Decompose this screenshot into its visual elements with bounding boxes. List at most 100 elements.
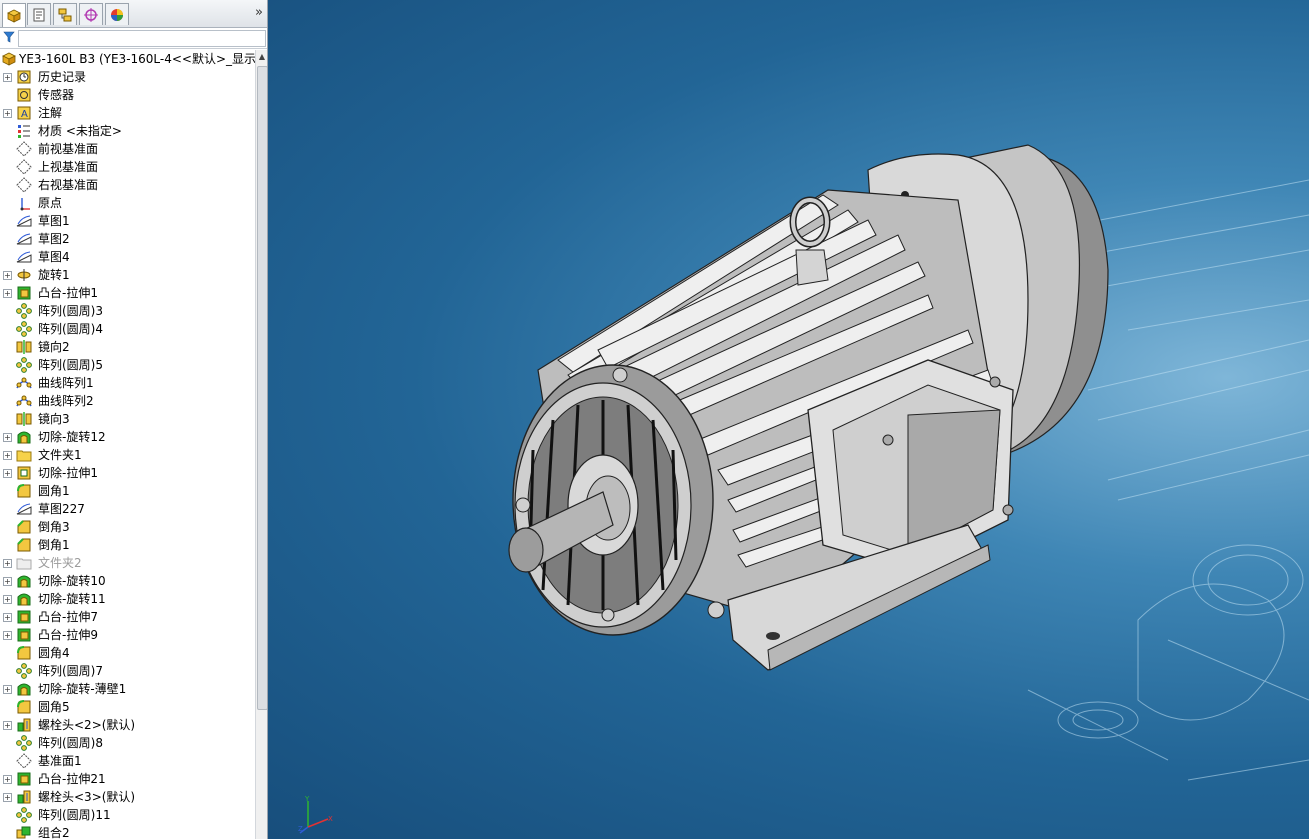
tree-item[interactable]: 圆角1 bbox=[0, 482, 255, 500]
expand-toggle-icon[interactable]: + bbox=[3, 775, 12, 784]
tree-item-label: 原点 bbox=[38, 196, 63, 210]
tree-item-label: 倒角3 bbox=[38, 520, 70, 534]
tree-item[interactable]: 阵列(圆周)4 bbox=[0, 320, 255, 338]
tree-item[interactable]: + 凸台-拉伸1 bbox=[0, 284, 255, 302]
manager-tab-bar: » bbox=[0, 0, 267, 28]
tree-item[interactable]: 倒角3 bbox=[0, 518, 255, 536]
tree-item-label: 历史记录 bbox=[38, 70, 87, 84]
mirror-icon bbox=[16, 411, 33, 427]
tree-item[interactable]: + 凸台-拉伸7 bbox=[0, 608, 255, 626]
tree-item[interactable]: + 凸台-拉伸21 bbox=[0, 770, 255, 788]
expand-toggle-icon[interactable]: + bbox=[3, 685, 12, 694]
sensor-icon bbox=[16, 87, 33, 103]
tree-item[interactable]: 草图4 bbox=[0, 248, 255, 266]
expand-toggle-icon[interactable]: + bbox=[3, 721, 12, 730]
tree-item[interactable]: 阵列(圆周)5 bbox=[0, 356, 255, 374]
circular-pattern-icon bbox=[16, 357, 33, 373]
tree-item[interactable]: + 切除-拉伸1 bbox=[0, 464, 255, 482]
tree-item[interactable]: 基准面1 bbox=[0, 752, 255, 770]
tree-item[interactable]: 草图2 bbox=[0, 230, 255, 248]
tree-item[interactable]: 草图1 bbox=[0, 212, 255, 230]
fillet-icon bbox=[16, 645, 33, 661]
tree-item[interactable]: + 凸台-拉伸9 bbox=[0, 626, 255, 644]
expand-toggle-icon[interactable]: + bbox=[3, 559, 12, 568]
tree-item-label: 阵列(圆周)11 bbox=[38, 808, 111, 822]
dimxpert-manager-tab[interactable] bbox=[79, 3, 103, 25]
tree-item[interactable]: + A 注解 bbox=[0, 104, 255, 122]
tree-item[interactable]: 材质 <未指定> bbox=[0, 122, 255, 140]
tree-item[interactable]: 阵列(圆周)7 bbox=[0, 662, 255, 680]
tree-item[interactable]: 草图227 bbox=[0, 500, 255, 518]
expand-toggle-icon[interactable]: + bbox=[3, 271, 12, 280]
sketch-icon bbox=[16, 231, 33, 247]
filter-input[interactable] bbox=[18, 30, 266, 47]
tree-item-label: 圆角5 bbox=[38, 700, 70, 714]
feature-manager-tab[interactable] bbox=[2, 3, 26, 27]
tree-item[interactable]: 原点 bbox=[0, 194, 255, 212]
boss-extrude-icon bbox=[16, 771, 33, 787]
tree-item-label: 草图1 bbox=[38, 214, 70, 228]
tree-item-label: 倒角1 bbox=[38, 538, 70, 552]
tree-item-label: 阵列(圆周)5 bbox=[38, 358, 103, 372]
tree-item-label: 草图4 bbox=[38, 250, 70, 264]
expand-toggle-icon[interactable]: + bbox=[3, 577, 12, 586]
tree-item[interactable]: + 切除-旋转12 bbox=[0, 428, 255, 446]
display-manager-tab[interactable] bbox=[105, 3, 129, 25]
tree-item[interactable]: 上视基准面 bbox=[0, 158, 255, 176]
tree-item[interactable]: + 文件夹2 bbox=[0, 554, 255, 572]
expand-toggle-icon[interactable]: + bbox=[3, 469, 12, 478]
tree-item-label: 草图227 bbox=[38, 502, 85, 516]
configuration-manager-tab[interactable] bbox=[53, 3, 77, 25]
tree-item[interactable]: 阵列(圆周)8 bbox=[0, 734, 255, 752]
tree-item-label: 凸台-拉伸1 bbox=[38, 286, 98, 300]
tree-item[interactable]: + 螺栓头<2>(默认) bbox=[0, 716, 255, 734]
tree-item[interactable]: + 切除-旋转10 bbox=[0, 572, 255, 590]
tree-item-label: 传感器 bbox=[38, 88, 75, 102]
tree-item[interactable]: 镜向3 bbox=[0, 410, 255, 428]
circular-pattern-icon bbox=[16, 807, 33, 823]
expand-toggle-icon[interactable]: + bbox=[3, 631, 12, 640]
motor-3d-model[interactable] bbox=[268, 0, 1309, 839]
expand-toggle-icon[interactable]: + bbox=[3, 109, 12, 118]
tree-item[interactable]: 前视基准面 bbox=[0, 140, 255, 158]
tree-root-item[interactable]: YE3-160L B3 (YE3-160L-4<<默认>_显示状 bbox=[0, 50, 255, 68]
tree-item[interactable]: 阵列(圆周)11 bbox=[0, 806, 255, 824]
expand-toggle-icon[interactable]: + bbox=[3, 73, 12, 82]
tree-item-label: 曲线阵列2 bbox=[38, 394, 94, 408]
scrollbar-thumb[interactable] bbox=[257, 66, 267, 710]
tree-item[interactable]: + 切除-旋转11 bbox=[0, 590, 255, 608]
tree-item[interactable]: 圆角4 bbox=[0, 644, 255, 662]
tree-item[interactable]: 圆角5 bbox=[0, 698, 255, 716]
tree-item[interactable]: + 文件夹1 bbox=[0, 446, 255, 464]
chamfer-icon bbox=[16, 519, 33, 535]
tree-item[interactable]: + 螺栓头<3>(默认) bbox=[0, 788, 255, 806]
tree-item[interactable]: 倒角1 bbox=[0, 536, 255, 554]
expand-toggle-icon[interactable]: + bbox=[3, 613, 12, 622]
tree-item[interactable]: + 历史记录 bbox=[0, 68, 255, 86]
expand-toggle-icon[interactable]: + bbox=[3, 433, 12, 442]
graphics-viewport[interactable]: Y X Z bbox=[268, 0, 1309, 839]
expand-toggle-icon[interactable]: + bbox=[3, 595, 12, 604]
scroll-up-arrow[interactable]: ▲ bbox=[256, 50, 267, 64]
tree-item-label: 凸台-拉伸7 bbox=[38, 610, 98, 624]
tree-item[interactable]: + 切除-旋转-薄壁1 bbox=[0, 680, 255, 698]
tree-item[interactable]: + 旋转1 bbox=[0, 266, 255, 284]
tree-item[interactable]: 镜向2 bbox=[0, 338, 255, 356]
tree-item[interactable]: 传感器 bbox=[0, 86, 255, 104]
property-manager-tab[interactable] bbox=[27, 3, 51, 25]
tree-item[interactable]: 曲线阵列2 bbox=[0, 392, 255, 410]
tree-item[interactable]: 右视基准面 bbox=[0, 176, 255, 194]
sketch-icon bbox=[16, 213, 33, 229]
filter-icon[interactable] bbox=[3, 31, 15, 43]
tree-item[interactable]: 曲线阵列1 bbox=[0, 374, 255, 392]
tree-item[interactable]: 组合2 bbox=[0, 824, 255, 839]
tree-item-label: 阵列(圆周)3 bbox=[38, 304, 103, 318]
more-tabs-button[interactable]: » bbox=[255, 5, 263, 20]
expand-toggle-icon[interactable]: + bbox=[3, 289, 12, 298]
cut-extrude-icon bbox=[16, 465, 33, 481]
tree-item[interactable]: 阵列(圆周)3 bbox=[0, 302, 255, 320]
boss-extrude-icon bbox=[16, 285, 33, 301]
expand-toggle-icon[interactable]: + bbox=[3, 451, 12, 460]
part-icon bbox=[16, 789, 33, 805]
expand-toggle-icon[interactable]: + bbox=[3, 793, 12, 802]
